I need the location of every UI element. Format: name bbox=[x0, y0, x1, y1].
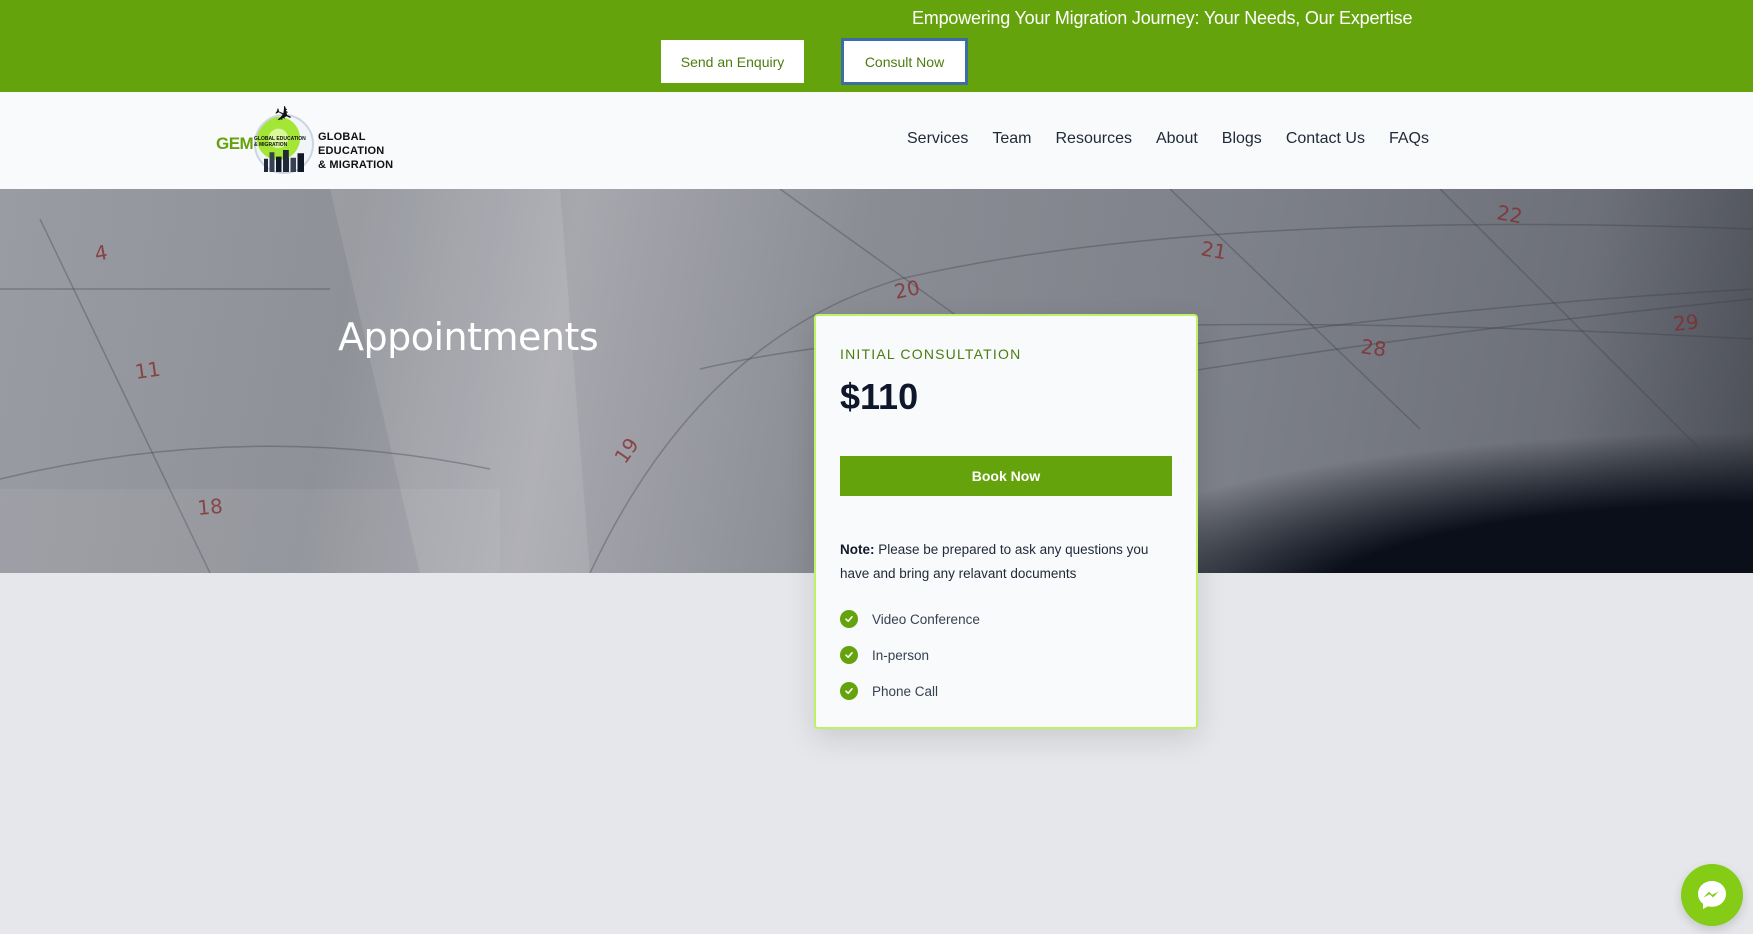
logo[interactable]: ✈ GEM GLOBAL EDUCATION & MIGRATION GLOBA… bbox=[216, 99, 393, 180]
tagline: Empowering Your Migration Journey: Your … bbox=[912, 8, 1413, 28]
calendar-number: 22 bbox=[1495, 200, 1524, 228]
page-title: Appointments bbox=[338, 315, 599, 359]
check-circle-icon bbox=[840, 610, 858, 628]
main-nav: Services Team Resources About Blogs Cont… bbox=[907, 130, 1429, 148]
calendar-number: 19 bbox=[609, 433, 643, 468]
logo-skyline-icon bbox=[264, 150, 304, 172]
nav-item-faqs[interactable]: FAQs bbox=[1389, 130, 1429, 148]
book-now-button[interactable]: Book Now bbox=[840, 456, 1172, 496]
note-label: Note: bbox=[840, 542, 875, 557]
logo-line-2: EDUCATION bbox=[318, 145, 385, 157]
calendar-number: 4 bbox=[93, 240, 110, 266]
nav-item-services[interactable]: Services bbox=[907, 130, 968, 148]
site-header: ✈ GEM GLOBAL EDUCATION & MIGRATION GLOBA… bbox=[0, 92, 1753, 189]
nav-item-blogs[interactable]: Blogs bbox=[1222, 130, 1262, 148]
note-text: Please be prepared to ask any questions … bbox=[840, 542, 1149, 581]
messenger-chat-button[interactable] bbox=[1681, 864, 1743, 926]
calendar-number: 18 bbox=[196, 494, 223, 520]
check-circle-icon bbox=[840, 646, 858, 664]
card-note: Note: Please be prepared to ask any ques… bbox=[840, 538, 1176, 586]
consult-now-button[interactable]: Consult Now bbox=[841, 38, 968, 85]
feature-label: In-person bbox=[872, 647, 930, 663]
consultation-card: INITIAL CONSULTATION $110 Book Now Note:… bbox=[814, 314, 1198, 729]
logo-small-text: GLOBAL EDUCATION & MIGRATION bbox=[254, 136, 306, 148]
logo-line-3: & MIGRATION bbox=[318, 159, 394, 171]
feature-item: Video Conference bbox=[840, 610, 980, 628]
calendar-number: 29 bbox=[1672, 309, 1700, 336]
card-label: INITIAL CONSULTATION bbox=[840, 346, 1022, 362]
card-price: $110 bbox=[840, 376, 919, 417]
calendar-number: 20 bbox=[892, 275, 922, 304]
calendar-number: 21 bbox=[1199, 236, 1228, 264]
top-banner: Empowering Your Migration Journey: Your … bbox=[0, 0, 1753, 92]
feature-item: In-person bbox=[840, 646, 929, 664]
calendar-number: 11 bbox=[133, 357, 162, 384]
logo-wordmark: GLOBAL EDUCATION & MIGRATION bbox=[318, 130, 393, 172]
feature-label: Phone Call bbox=[872, 683, 939, 699]
send-enquiry-button[interactable]: Send an Enquiry bbox=[661, 40, 804, 83]
nav-item-team[interactable]: Team bbox=[992, 130, 1031, 148]
nav-item-resources[interactable]: Resources bbox=[1055, 130, 1131, 148]
logo-line-1: GLOBAL bbox=[318, 131, 366, 143]
feature-label: Video Conference bbox=[872, 611, 980, 627]
check-circle-icon bbox=[840, 682, 858, 700]
calendar-number: 28 bbox=[1359, 334, 1388, 361]
nav-item-contact-us[interactable]: Contact Us bbox=[1286, 130, 1365, 148]
nav-item-about[interactable]: About bbox=[1156, 130, 1198, 148]
feature-item: Phone Call bbox=[840, 682, 938, 700]
messenger-icon bbox=[1698, 881, 1726, 909]
logo-short: GEM bbox=[216, 134, 254, 153]
